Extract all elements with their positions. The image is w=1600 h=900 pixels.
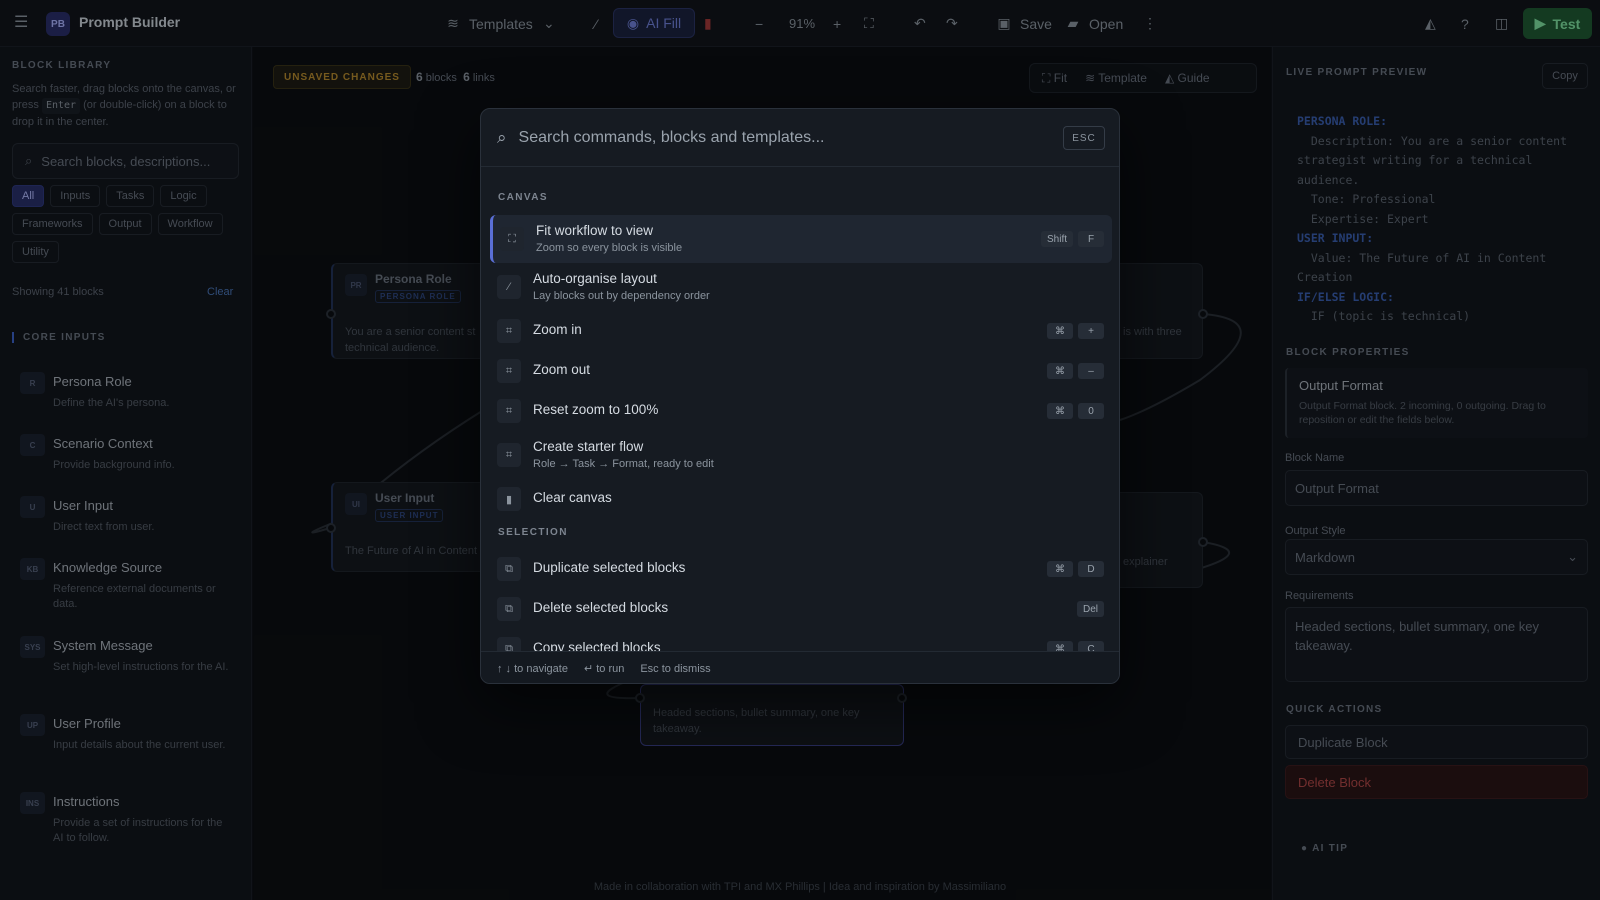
key: F <box>1078 231 1104 247</box>
command-copy-selected[interactable]: ⧉ Copy selected blocks ⌘ C <box>490 629 1112 651</box>
key: D <box>1078 561 1104 577</box>
zoom-in-icon: ⌗ <box>497 319 521 343</box>
palette-search: ⌕ ESC <box>481 109 1119 167</box>
command-reset-zoom[interactable]: ⌗ Reset zoom to 100% ⌘ 0 <box>490 391 1112 431</box>
command-clear-canvas[interactable]: ▮ Clear canvas <box>490 479 1112 519</box>
command-palette: ⌕ ESC CANVAS ⛶ Fit workflow to view Zoom… <box>480 108 1120 684</box>
key: ⌘ <box>1047 403 1073 419</box>
command-zoom-in[interactable]: ⌗ Zoom in ⌘ + <box>490 311 1112 351</box>
shortcut-keys: ⌘ C <box>1047 641 1104 651</box>
key: ⌘ <box>1047 561 1073 577</box>
command-title: Fit workflow to view <box>536 223 654 238</box>
group-canvas: CANVAS <box>498 192 548 203</box>
command-auto-organise[interactable]: ⁄ Auto-organise layout Lay blocks out by… <box>490 263 1112 311</box>
fit-icon: ⛶ <box>500 227 524 251</box>
shortcut-keys: ⌘ D <box>1047 561 1104 577</box>
starter-flow-icon: ⌗ <box>497 443 521 467</box>
command-title: Auto-organise layout <box>533 271 657 286</box>
key: C <box>1078 641 1104 651</box>
command-delete-selected[interactable]: ⧉ Delete selected blocks Del <box>490 589 1112 629</box>
command-title: Delete selected blocks <box>533 600 669 615</box>
duplicate-icon: ⧉ <box>497 557 521 581</box>
command-title: Zoom in <box>533 322 582 337</box>
key: ⌘ <box>1047 323 1073 339</box>
key: ⌘ <box>1047 363 1073 379</box>
shortcut-keys: ⌘ – <box>1047 363 1104 379</box>
command-create-starter-flow[interactable]: ⌗ Create starter flow Role → Task → Form… <box>490 431 1112 479</box>
navigate-hint: ↑ ↓ to navigate <box>497 662 568 675</box>
magic-wand-icon: ⁄ <box>497 275 521 299</box>
command-title: Create starter flow <box>533 439 644 454</box>
command-zoom-out[interactable]: ⌗ Zoom out ⌘ – <box>490 351 1112 391</box>
key: 0 <box>1078 403 1104 419</box>
zoom-out-icon: ⌗ <box>497 359 521 383</box>
command-title: Copy selected blocks <box>533 640 661 651</box>
trash-icon: ▮ <box>497 487 521 511</box>
command-duplicate-selected[interactable]: ⧉ Duplicate selected blocks ⌘ D <box>490 549 1112 589</box>
reset-zoom-icon: ⌗ <box>497 399 521 423</box>
key: + <box>1078 323 1104 339</box>
key: ⌘ <box>1047 641 1073 651</box>
palette-search-input[interactable] <box>518 128 1039 147</box>
delete-icon: ⧉ <box>497 597 521 621</box>
command-subtitle: Role → Task → Format, ready to edit <box>533 458 714 470</box>
shortcut-keys: ⌘ + <box>1047 323 1104 339</box>
command-subtitle: Zoom so every block is visible <box>536 242 683 254</box>
key: – <box>1078 363 1104 379</box>
shortcut-keys: ⌘ 0 <box>1047 403 1104 419</box>
key: Del <box>1076 601 1104 617</box>
command-title: Duplicate selected blocks <box>533 560 686 575</box>
palette-footer: ↑ ↓ to navigate ↵ to run Esc to dismiss <box>481 651 1119 683</box>
esc-key[interactable]: ESC <box>1063 126 1105 150</box>
key: Shift <box>1040 231 1073 247</box>
search-icon: ⌕ <box>497 127 507 147</box>
copy-icon: ⧉ <box>497 637 521 651</box>
command-list: CANVAS ⛶ Fit workflow to view Zoom so ev… <box>481 167 1119 651</box>
group-selection: SELECTION <box>498 527 568 538</box>
command-title: Clear canvas <box>533 490 612 505</box>
command-subtitle: Lay blocks out by dependency order <box>533 290 710 302</box>
command-fit-workflow[interactable]: ⛶ Fit workflow to view Zoom so every blo… <box>490 215 1112 263</box>
command-title: Zoom out <box>533 362 591 377</box>
dismiss-hint: Esc to dismiss <box>640 662 711 675</box>
command-title: Reset zoom to 100% <box>533 402 659 417</box>
run-hint: ↵ to run <box>583 663 625 675</box>
shortcut-keys: Del <box>1076 601 1104 617</box>
shortcut-keys: Shift F <box>1040 231 1104 247</box>
